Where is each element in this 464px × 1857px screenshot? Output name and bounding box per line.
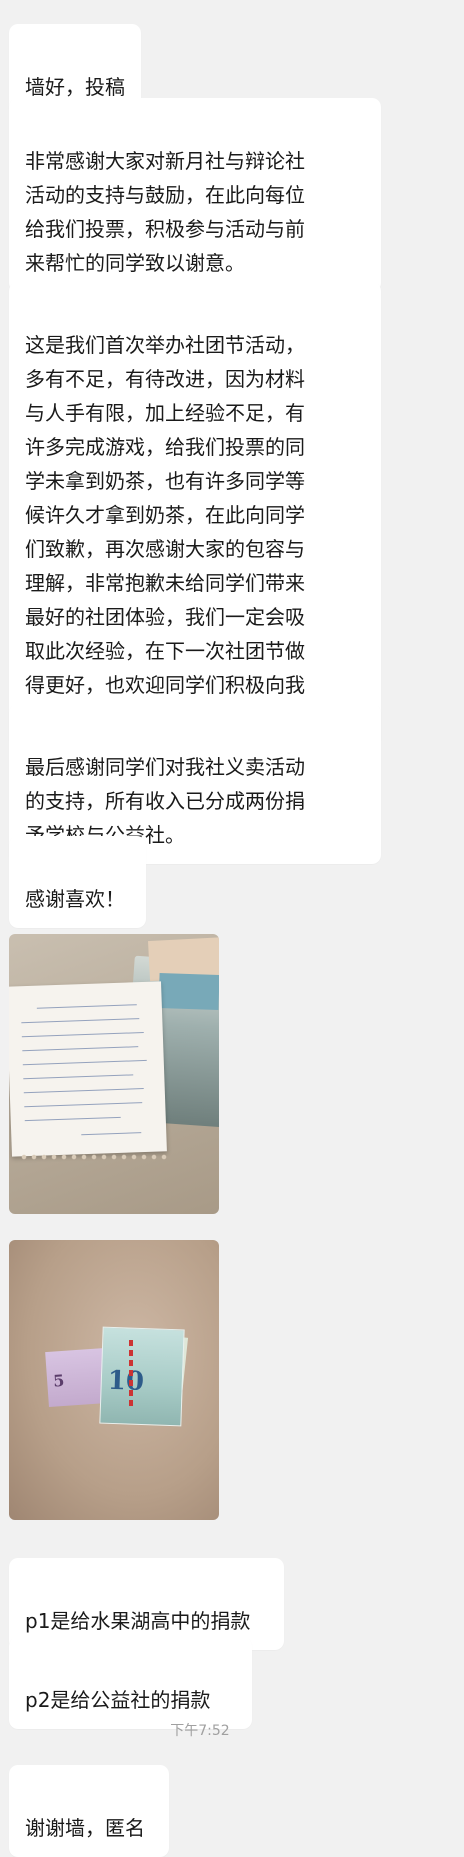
message-bubble[interactable]: 这是我们首次举办社团节活动， 多有不足，有待改进，因为材料 与人手有限，加上经验…: [9, 282, 381, 748]
chat-thread[interactable]: 墙好，投稿 非常感谢大家对新月社与辩论社 活动的支持与鼓励，在此向每位 给我们投…: [0, 0, 464, 1857]
banknote-denomination: 5: [52, 1370, 65, 1391]
message-text: 最后感谢同学们对我社义卖活动 的支持，所有收入已分成两份捐 予学校与公益社。: [25, 755, 305, 847]
message-text: p2是给公益社的捐款: [25, 1688, 211, 1712]
message-text: 感谢喜欢！: [25, 887, 125, 911]
message-timestamp: 下午7:52: [170, 1723, 230, 1739]
banknote-stripe: [129, 1340, 133, 1410]
message-text: 非常感谢大家对新月社与辩论社 活动的支持与鼓励，在此向每位 给我们投票，积极参与…: [25, 149, 305, 275]
message-text: p1是给水果湖高中的捐款: [25, 1609, 251, 1633]
message-bubble[interactable]: 感谢喜欢！: [9, 836, 146, 928]
message-text: 墙好，投稿: [25, 75, 125, 99]
message-text: 这是我们首次举办社团节活动， 多有不足，有待改进，因为材料 与人手有限，加上经验…: [25, 333, 305, 731]
banknote-ten: 10: [99, 1326, 185, 1427]
message-bubble[interactable]: 非常感谢大家对新月社与辩论社 活动的支持与鼓励，在此向每位 给我们投票，积极参与…: [9, 98, 381, 292]
message-bubble[interactable]: 谢谢墙，匿名: [9, 1765, 169, 1857]
banknote: [158, 972, 219, 1011]
banknote-denomination: 10: [107, 1365, 145, 1398]
handwritten-letter: [9, 981, 167, 1157]
message-text: 谢谢墙，匿名: [25, 1816, 145, 1840]
decorative-dots: [19, 1152, 169, 1162]
photo-letter-and-cash[interactable]: [9, 934, 219, 1214]
message-bubble[interactable]: p2是给公益社的捐款: [9, 1637, 252, 1729]
photo-cash-notes[interactable]: 5 10: [9, 1240, 219, 1520]
